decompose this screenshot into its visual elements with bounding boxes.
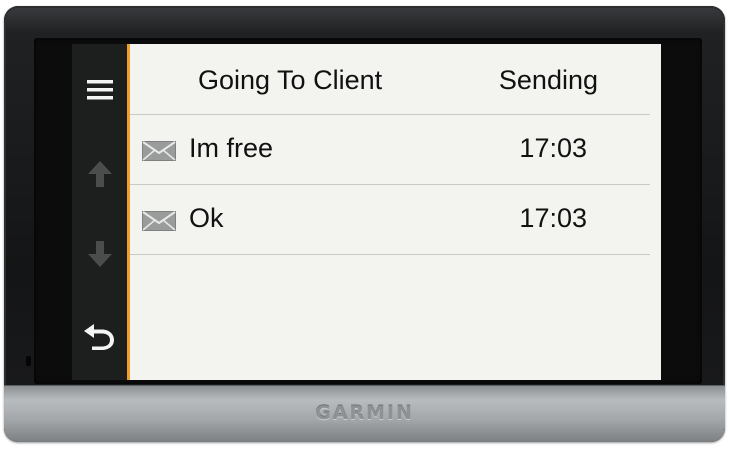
side-toolbar	[72, 44, 130, 380]
arrow-down-icon	[87, 241, 112, 267]
page-title: Going To Client	[198, 65, 383, 95]
message-row[interactable]: Im free 17:03	[130, 115, 650, 185]
back-arrow-icon	[83, 324, 114, 350]
scroll-down-button[interactable]	[72, 234, 127, 274]
arrow-up-icon	[87, 161, 112, 187]
device-bottom-strip: GARMIN	[4, 385, 725, 442]
envelope-icon	[142, 211, 176, 231]
scroll-up-button[interactable]	[72, 154, 127, 194]
message-text: Ok	[189, 203, 224, 233]
menu-icon	[86, 80, 113, 100]
light-sensor	[26, 356, 31, 366]
back-button[interactable]	[72, 316, 127, 356]
message-time: 17:03	[519, 133, 587, 163]
message-row[interactable]: Ok 17:03	[130, 185, 650, 255]
brand-logo: GARMIN	[315, 402, 414, 424]
envelope-icon	[142, 141, 176, 161]
status-label: Sending	[498, 65, 598, 95]
gps-device-frame: Going To Client Sending Im free 17:03 Ok…	[4, 6, 725, 442]
message-list-panel: Going To Client Sending Im free 17:03 Ok…	[130, 44, 661, 380]
device-screen: Going To Client Sending Im free 17:03 Ok…	[72, 44, 661, 380]
message-time: 17:03	[519, 203, 587, 233]
list-header: Going To Client Sending	[130, 44, 650, 115]
menu-button[interactable]	[72, 70, 127, 110]
message-text: Im free	[189, 133, 274, 163]
